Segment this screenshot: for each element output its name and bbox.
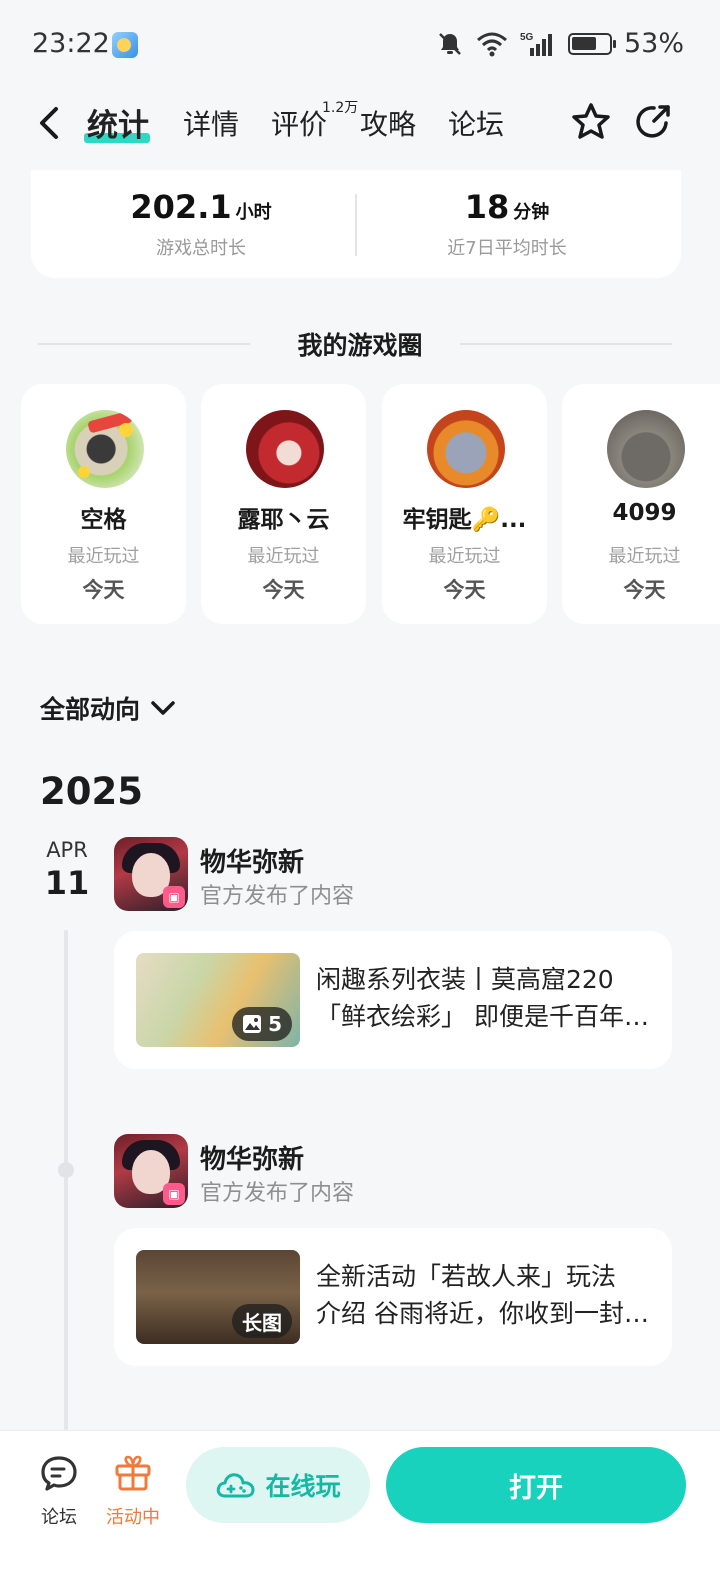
post-card[interactable]: 5 闲趣系列衣装丨莫高窟220 「鲜衣绘彩」 即便是千百年前的... (114, 931, 672, 1069)
game-circle-heading: 我的游戏圈 (0, 326, 720, 362)
image-count: 5 (268, 1012, 282, 1036)
official-badge-icon: ▣ (163, 1183, 185, 1205)
timeline-year: 2025 (40, 770, 143, 813)
friend-status: 最近玩过 (608, 546, 681, 567)
friend-day: 今天 (443, 578, 486, 602)
avatar (246, 410, 324, 488)
chevron-down-icon (151, 701, 175, 715)
total-playtime-unit: 小时 (235, 202, 272, 223)
post-author[interactable]: 物华弥新 (200, 1139, 304, 1176)
post-card[interactable]: 长图 全新活动「若故人来」玩法 介绍 谷雨将近，你收到一封来信... (114, 1228, 672, 1366)
tab-reviews[interactable]: 评价 (271, 103, 327, 143)
timeline-line (64, 930, 68, 1430)
tab-guides[interactable]: 攻略 (360, 103, 416, 143)
event-button[interactable]: 活动中 (98, 1453, 168, 1529)
status-bar: 23:22 5G 53% (0, 0, 720, 90)
gift-icon (115, 1455, 151, 1491)
avatar (607, 410, 685, 488)
mute-bell-icon (439, 32, 461, 55)
forum-label: 论坛 (41, 1507, 77, 1528)
avg-playtime-value: 18 (464, 188, 510, 226)
friend-card[interactable]: 空格 最近玩过 今天 (21, 384, 186, 624)
battery-icon (567, 32, 616, 55)
battery-percent: 53% (623, 28, 684, 59)
share-icon[interactable] (632, 101, 674, 143)
post-author[interactable]: 物华弥新 (200, 842, 304, 879)
long-image-chip: 长图 (232, 1304, 292, 1338)
feed-filter-label: 全部动向 (40, 695, 141, 724)
playtime-stats-card: 202.1 小时 游戏总时长 18 分钟 近7日平均时长 (31, 170, 681, 278)
divider (460, 343, 672, 345)
friend-status: 最近玩过 (247, 546, 320, 567)
friend-status: 最近玩过 (428, 546, 501, 567)
event-label: 活动中 (106, 1507, 160, 1528)
reviews-count: 1.2万 (322, 100, 359, 116)
friend-name: 露耶丶云 (237, 507, 330, 533)
post-text: 闲趣系列衣装丨莫高窟220 「鲜衣绘彩」 即便是千百年前的... (316, 961, 656, 1035)
official-badge-icon: ▣ (163, 886, 185, 908)
star-icon[interactable] (570, 101, 612, 143)
avg-playtime: 18 分钟 近7日平均时长 (357, 188, 657, 260)
friend-card[interactable]: 4099 最近玩过 今天 (562, 384, 720, 624)
image-icon (243, 1015, 262, 1033)
avg-playtime-unit: 分钟 (513, 202, 550, 223)
friend-day: 今天 (82, 578, 125, 602)
tab-forum[interactable]: 论坛 (448, 103, 504, 143)
timeline-month: APR (46, 838, 88, 862)
cloud-gamepad-icon (217, 1473, 255, 1498)
timeline-dot (58, 1162, 74, 1178)
post-action: 官方发布了内容 (200, 1181, 355, 1206)
open-game-button[interactable]: 打开 (386, 1447, 686, 1523)
author-avatar[interactable]: ▣ (114, 837, 188, 911)
avatar (66, 410, 144, 488)
friend-card[interactable]: 牢钥匙🔑... 最近玩过 今天 (382, 384, 547, 624)
friend-day: 今天 (262, 578, 305, 602)
total-playtime-value: 202.1 (130, 188, 232, 226)
post-thumbnail: 长图 (136, 1250, 300, 1344)
post-text: 全新活动「若故人来」玩法 介绍 谷雨将近，你收到一封来信... (316, 1258, 656, 1332)
forum-icon (41, 1456, 77, 1491)
tab-details[interactable]: 详情 (183, 103, 239, 143)
long-image-label: 长图 (242, 1310, 282, 1335)
top-nav: 统计 详情 评价 1.2万 攻略 论坛 (0, 95, 720, 155)
play-online-button[interactable]: 在线玩 (186, 1447, 370, 1523)
wifi-icon (477, 32, 507, 56)
back-icon[interactable] (32, 103, 68, 143)
avg-playtime-label: 近7日平均时长 (447, 238, 567, 259)
signal-icon: 5G (520, 32, 552, 56)
friend-day: 今天 (623, 578, 666, 602)
friend-name: 牢钥匙🔑... (402, 507, 527, 533)
friend-card[interactable]: 露耶丶云 最近玩过 今天 (201, 384, 366, 624)
bottom-action-bar: 论坛 活动中 在线玩 打开 (0, 1430, 720, 1591)
avatar (427, 410, 505, 488)
total-playtime-label: 游戏总时长 (156, 238, 246, 259)
timeline-day: 11 (44, 864, 90, 902)
play-online-label: 在线玩 (265, 1472, 341, 1501)
post-thumbnail: 5 (136, 953, 300, 1047)
friend-name: 空格 (80, 507, 127, 533)
author-avatar[interactable]: ▣ (114, 1134, 188, 1208)
post-text-line: 「鲜衣绘彩」 即便是千百年前的... (316, 1002, 656, 1031)
friend-status: 最近玩过 (67, 546, 140, 567)
open-game-label: 打开 (509, 1472, 563, 1504)
post-text-line: 介绍 谷雨将近，你收到一封来信... (316, 1299, 656, 1328)
post-text-line: 全新活动「若故人来」玩法 (316, 1262, 617, 1291)
status-icons: 5G 53% (436, 28, 684, 59)
forum-button[interactable]: 论坛 (24, 1453, 94, 1529)
post-action: 官方发布了内容 (200, 884, 355, 909)
svg-text:5G: 5G (520, 32, 534, 43)
image-count-chip: 5 (232, 1007, 292, 1041)
friend-name: 4099 (612, 500, 677, 526)
weather-icon (112, 32, 138, 58)
total-playtime: 202.1 小时 游戏总时长 (51, 188, 351, 260)
tab-stats[interactable]: 统计 (87, 100, 149, 145)
status-time: 23:22 (32, 28, 110, 59)
feed-filter-dropdown[interactable]: 全部动向 (40, 690, 176, 726)
post-text-line: 闲趣系列衣装丨莫高窟220 (316, 965, 614, 994)
